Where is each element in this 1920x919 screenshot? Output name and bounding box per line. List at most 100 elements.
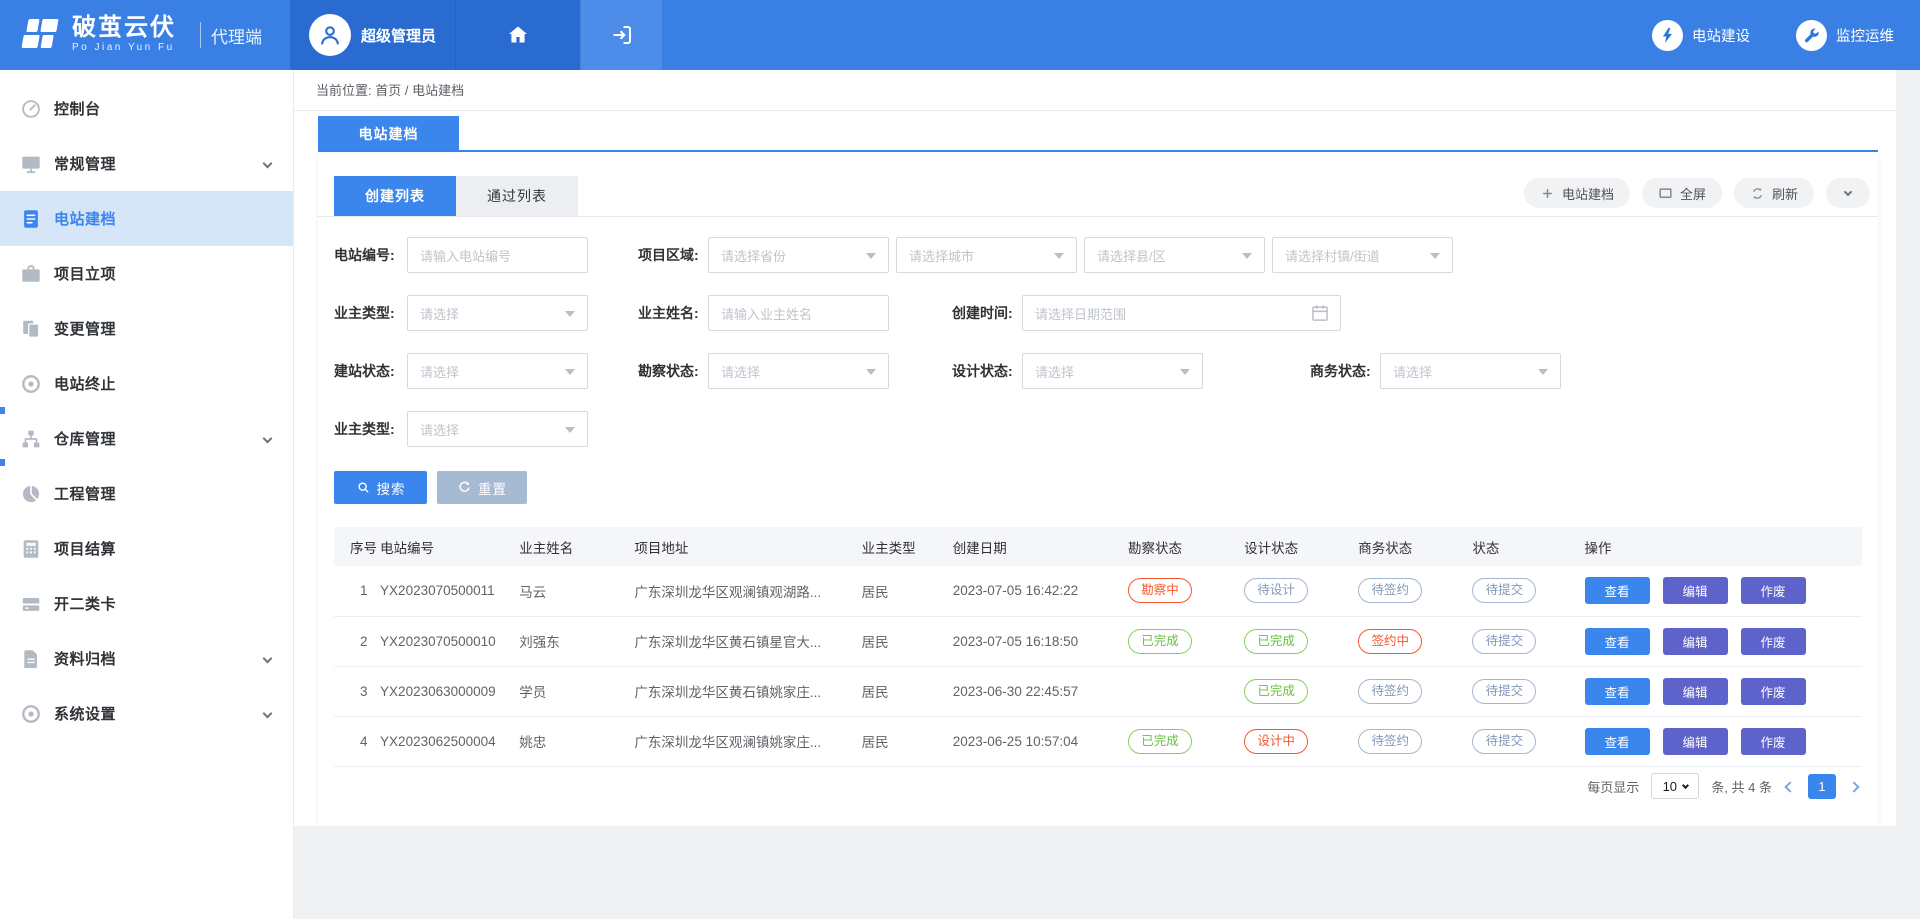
chevron-left-icon — [1784, 781, 1795, 792]
sidebar-item-7[interactable]: 工程管理 — [0, 466, 293, 521]
next-page-button[interactable] — [1848, 779, 1860, 794]
sidebar-item-0[interactable]: 控制台 — [0, 81, 293, 136]
edit-button[interactable]: 编辑 — [1663, 577, 1728, 604]
cell-created: 2023-07-05 16:18:50 — [953, 616, 1128, 666]
sidebar-item-11[interactable]: 系统设置 — [0, 686, 293, 741]
cell-no: 2 — [334, 616, 380, 666]
reset-button[interactable]: 重置 — [437, 471, 527, 504]
placeholder-text: 请输入电站编号 — [420, 246, 511, 265]
logout-button[interactable] — [580, 0, 662, 70]
cell-design-status: 待设计 — [1244, 566, 1358, 616]
scrollbar-track[interactable] — [1896, 70, 1920, 919]
placeholder-text: 请选择日期范围 — [1035, 304, 1126, 323]
select-input[interactable]: 请选择 — [1022, 353, 1203, 389]
date-range-input[interactable]: 请选择日期范围 — [1022, 295, 1341, 331]
cell-no: 1 — [334, 566, 380, 616]
select-input[interactable]: 请选择县/区 — [1084, 237, 1265, 273]
brand-subtitle: Po Jian Yun Fu — [72, 41, 176, 55]
view-button[interactable]: 查看 — [1585, 577, 1650, 604]
target-icon — [20, 373, 42, 395]
text-input[interactable]: 请输入电站编号 — [407, 237, 588, 273]
sidebar-item-2[interactable]: 电站建档 — [0, 191, 293, 246]
text-input[interactable]: 请输入业主姓名 — [708, 295, 889, 331]
sidebar-item-6[interactable]: 仓库管理 — [0, 411, 293, 466]
quick-link-ops[interactable]: 监控运维 — [1796, 20, 1894, 51]
select-input[interactable]: 请选择村镇/街道 — [1272, 237, 1453, 273]
home-icon — [506, 23, 530, 47]
collapse-button[interactable] — [1826, 178, 1870, 208]
avatar — [309, 14, 351, 56]
chevron-down-icon — [263, 434, 273, 444]
table-row: 4 YX2023062500004 姚忠 广东深圳龙华区观澜镇姚家庄... 居民… — [334, 716, 1862, 766]
sidebar-item-8[interactable]: 项目结算 — [0, 521, 293, 576]
placeholder-text: 请选择县/区 — [1097, 246, 1166, 265]
divider — [318, 216, 1878, 217]
select-input[interactable]: 请选择 — [407, 353, 588, 389]
brand-name: 破茧云伏 — [72, 15, 176, 41]
select-input[interactable]: 请选择 — [708, 353, 889, 389]
refresh-icon — [1750, 186, 1765, 201]
tab-0[interactable]: 创建列表 — [334, 176, 456, 216]
sidebar-item-1[interactable]: 常规管理 — [0, 136, 293, 191]
copy-icon — [20, 318, 42, 340]
sidebar-item-10[interactable]: 资料归档 — [0, 631, 293, 686]
select-input[interactable]: 请选择城市 — [896, 237, 1077, 273]
status-badge: 待提交 — [1472, 729, 1536, 754]
tab-1[interactable]: 通过列表 — [456, 176, 578, 216]
user-menu[interactable]: 超级管理员 — [290, 0, 455, 70]
void-button[interactable]: 作废 — [1741, 577, 1806, 604]
prev-page-button[interactable] — [1784, 779, 1796, 794]
filter-label: 业主姓名: — [638, 303, 705, 323]
filter-row: 电站编号: 请输入电站编号 项目区域: 请选择省份 请选择城市 请选择县/区 — [318, 237, 1878, 273]
column-header: 勘察状态 — [1128, 527, 1244, 566]
view-button[interactable]: 查看 — [1585, 678, 1650, 705]
add-station-button[interactable]: 电站建档 — [1524, 178, 1630, 208]
sidebar-item-4[interactable]: 变更管理 — [0, 301, 293, 356]
cell-design-status: 设计中 — [1244, 716, 1358, 766]
select-input[interactable]: 请选择省份 — [708, 237, 889, 273]
column-header: 业主姓名 — [519, 527, 634, 566]
placeholder-text: 请选择 — [1393, 362, 1432, 381]
sidebar-item-5[interactable]: 电站终止 — [0, 356, 293, 411]
edit-button[interactable]: 编辑 — [1663, 678, 1728, 705]
sidebar-item-3[interactable]: 项目立项 — [0, 246, 293, 301]
status-badge: 待签约 — [1358, 729, 1422, 754]
view-button[interactable]: 查看 — [1585, 628, 1650, 655]
cell-address: 广东深圳龙华区观澜镇姚家庄... — [634, 716, 861, 766]
refresh-button[interactable]: 刷新 — [1734, 178, 1814, 208]
cell-owner-type: 居民 — [862, 666, 953, 716]
dropdown-arrow-icon — [565, 311, 575, 317]
cell-created: 2023-06-30 22:45:57 — [953, 666, 1128, 716]
filter-field: 设计状态: 请选择 — [952, 353, 1203, 389]
brand-logo-icon — [14, 11, 62, 59]
quick-link-label: 监控运维 — [1836, 25, 1894, 46]
quick-link-build[interactable]: 电站建设 — [1652, 20, 1750, 51]
filter-label: 建站状态: — [334, 361, 404, 381]
status-badge: 已完成 — [1244, 679, 1308, 704]
filter-row: 业主类型: 请选择 — [318, 411, 1878, 447]
page-number[interactable]: 1 — [1808, 774, 1836, 799]
dropdown-arrow-icon — [1054, 253, 1064, 259]
select-input[interactable]: 请选择 — [407, 295, 588, 331]
void-button[interactable]: 作废 — [1741, 728, 1806, 755]
per-page-select[interactable]: 10 — [1651, 773, 1699, 799]
select-input[interactable]: 请选择 — [407, 411, 588, 447]
edit-button[interactable]: 编辑 — [1663, 628, 1728, 655]
chevron-down-icon — [263, 159, 273, 169]
search-button[interactable]: 搜索 — [334, 471, 427, 504]
fullscreen-button[interactable]: 全屏 — [1642, 178, 1722, 208]
home-button[interactable] — [455, 0, 580, 70]
status-badge: 设计中 — [1244, 729, 1308, 754]
cell-survey-status: 已完成 — [1128, 616, 1244, 666]
chevron-down-icon — [263, 654, 273, 664]
breadcrumb: 当前位置: 首页 / 电站建档 — [294, 70, 1920, 111]
page-tab[interactable]: 电站建档 — [318, 116, 459, 152]
column-header: 序号 — [334, 527, 380, 566]
sidebar-item-9[interactable]: 开二类卡 — [0, 576, 293, 631]
void-button[interactable]: 作废 — [1741, 678, 1806, 705]
edit-button[interactable]: 编辑 — [1663, 728, 1728, 755]
placeholder-text: 请选择 — [1035, 362, 1074, 381]
select-input[interactable]: 请选择 — [1380, 353, 1561, 389]
void-button[interactable]: 作废 — [1741, 628, 1806, 655]
view-button[interactable]: 查看 — [1585, 728, 1650, 755]
